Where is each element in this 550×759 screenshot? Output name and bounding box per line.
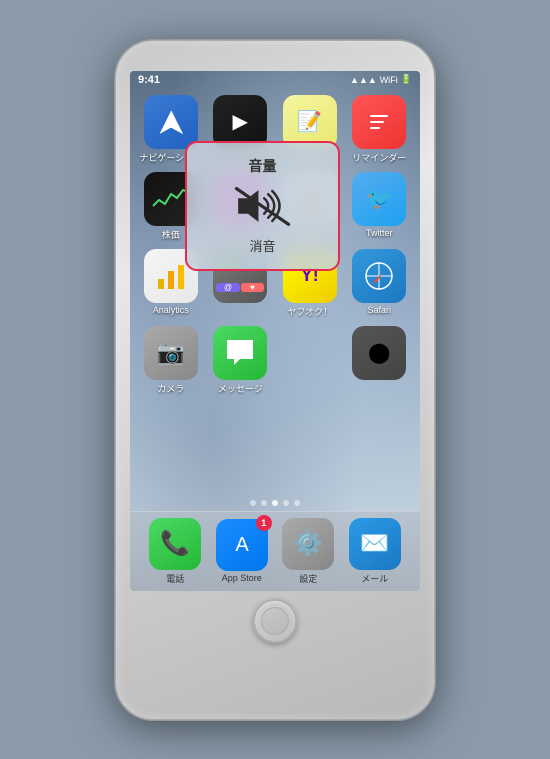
wifi-icon: WiFi [380,75,398,85]
app-camera2[interactable]: ⬤ [347,326,413,395]
dock: 📞 電話 A 1 App Store ⚙️ 設定 [130,511,420,591]
app-icon-camera[interactable]: 📷 [144,326,198,380]
app-camera[interactable]: 📷 カメラ [138,326,204,395]
app-icon-camera2[interactable]: ⬤ [352,326,406,380]
dock-label-phone: 電話 [166,572,184,585]
mute-icon [230,182,295,230]
app-icon-navigation[interactable] [144,95,198,149]
app-empty [277,326,343,395]
app-label-camera: カメラ [157,382,184,395]
dock-label-appstore: App Store [222,573,262,583]
dock-app-settings[interactable]: ⚙️ 設定 [282,518,334,585]
dock-label-mail: メール [361,572,388,585]
app-safari[interactable]: Safari [347,249,413,318]
page-dot-4[interactable] [283,500,289,506]
app-label-messages: メッセージ [218,382,263,395]
svg-text:A: A [235,534,249,556]
dock-icon-settings[interactable]: ⚙️ [282,518,334,570]
page-dot-2[interactable] [261,500,267,506]
volume-overlay: 音量 消音 [185,141,340,271]
app-icon-reminder[interactable] [352,95,406,149]
battery-icon: 🔋 [401,74,412,85]
dock-app-mail[interactable]: ✉️ メール [349,518,401,585]
dock-icon-appstore[interactable]: A 1 [216,519,268,571]
page-dot-3[interactable] [272,500,278,506]
dock-app-appstore[interactable]: A 1 App Store [216,519,268,583]
app-twitter[interactable]: 🐦 Twitter [347,172,413,241]
app-label-analytics: Analytics [153,305,189,315]
app-reminder[interactable]: リマインダー [347,95,413,164]
app-label-reminder: リマインダー [352,151,406,164]
app-icon-twitter[interactable]: 🐦 [352,172,406,226]
page-dot-5[interactable] [294,500,300,506]
volume-label: 消音 [249,236,275,255]
dock-label-settings: 設定 [299,572,317,585]
app-label-safari: Safari [367,305,391,315]
app-label-twitter: Twitter [366,228,393,238]
home-button-inner [261,607,289,635]
app-label-stocks: 株価 [162,228,180,241]
home-button[interactable] [253,599,297,643]
status-right: ▲▲▲ WiFi 🔋 [350,74,412,85]
signal-icon: ▲▲▲ [350,75,377,85]
dock-icon-phone[interactable]: 📞 [149,518,201,570]
phone-frame: 9:41 ▲▲▲ WiFi 🔋 ナビゲーション ▶ [115,40,435,720]
app-icon-messages[interactable] [213,326,267,380]
page-dot-1[interactable] [250,500,256,506]
volume-title: 音量 [249,156,277,176]
page-dots [130,500,420,506]
dock-icon-mail[interactable]: ✉️ [349,518,401,570]
dock-app-phone[interactable]: 📞 電話 [149,518,201,585]
status-bar: 9:41 ▲▲▲ WiFi 🔋 [130,71,420,89]
app-messages[interactable]: メッセージ [208,326,274,395]
app-label-yahoo: ヤフオク！ [287,305,332,318]
app-icon-safari[interactable] [352,249,406,303]
appstore-badge: 1 [256,515,272,531]
screen: 9:41 ▲▲▲ WiFi 🔋 ナビゲーション ▶ [130,71,420,591]
app-icon-empty [283,326,337,380]
status-time: 9:41 [138,74,160,86]
